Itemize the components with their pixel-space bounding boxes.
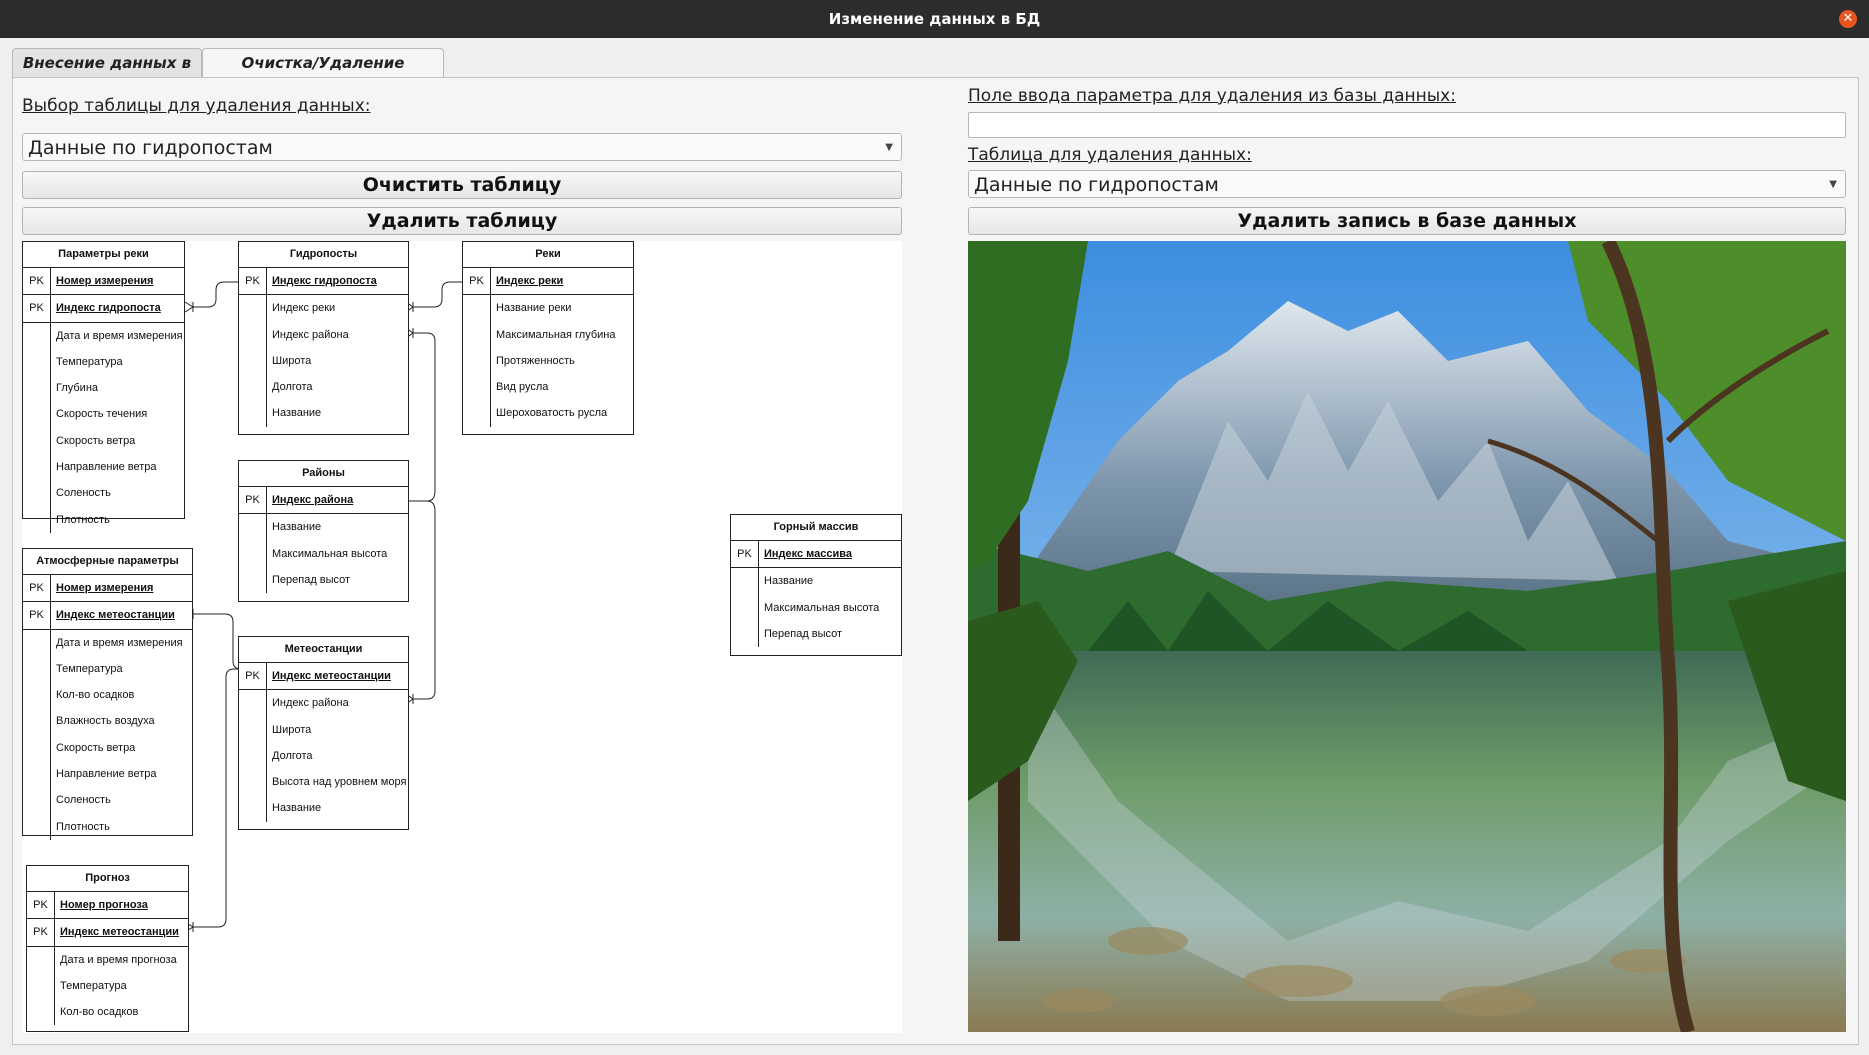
- er-diagram: Параметры реки PK Номер измерения PK Индек…: [22, 241, 902, 1033]
- app-window: Изменение данных в БД ✕ Внесение данных …: [0, 0, 1869, 1055]
- entity-rivers: Реки PK Индекс реки Название реки Максима…: [462, 241, 634, 435]
- delete-table-label: Таблица для удаления данных:: [968, 145, 1252, 165]
- delete-table-value: Данные по гидропостам: [974, 174, 1219, 196]
- close-icon[interactable]: ✕: [1839, 10, 1857, 28]
- entity-river-params: Параметры реки PK Номер измерения PK Индек…: [22, 241, 185, 534]
- clear-table-button[interactable]: Очистить таблицу: [22, 171, 902, 199]
- delete-record-button[interactable]: Удалить запись в базе данных: [968, 207, 1846, 235]
- table-select-combo[interactable]: Данные по гидропостам ▼: [22, 133, 902, 161]
- entity-districts: Районы PK Индекс района Название Максимал…: [238, 460, 409, 602]
- entity-mountains: Горный массив PK Индекс массива Название …: [730, 514, 902, 656]
- dropdown-arrow-icon: ▼: [1829, 179, 1837, 190]
- entity-pk-row: PK Индекс гидропоста: [23, 295, 184, 323]
- delete-table-button[interactable]: Удалить таблицу: [22, 207, 902, 235]
- entity-atmo-params: Атмосферные параметры PK Номер измерения …: [22, 548, 193, 841]
- dropdown-arrow-icon: ▼: [885, 142, 893, 153]
- window-title: Изменение данных в БД: [828, 10, 1041, 28]
- delete-table-combo[interactable]: Данные по гидропостам ▼: [968, 170, 1846, 198]
- entity-pk-row: PK Номер измерения: [23, 268, 184, 296]
- entity-fields: Дата и время измерения Температура Глуби…: [23, 322, 184, 534]
- select-table-label: Выбор таблицы для удаления данных:: [22, 96, 371, 116]
- entity-meteostations: Метеостанции PK Индекс метеостанции Индек…: [238, 636, 409, 830]
- tab-clear-delete[interactable]: Очистка/Удаление таблицы: [202, 48, 444, 101]
- table-select-value: Данные по гидропостам: [28, 137, 273, 159]
- title-bar: Изменение данных в БД ✕: [0, 0, 1869, 38]
- param-input-label: Поле ввода параметра для удаления из баз…: [968, 86, 1456, 106]
- entity-hydroposts: Гидропосты PK Индекс гидропоста Индекс ре…: [238, 241, 409, 435]
- entity-forecast: Прогноз PK Номер прогноза PK Индекс метеос…: [26, 865, 189, 1032]
- mountain-lake-image: [968, 241, 1846, 1032]
- entity-title: Параметры реки: [23, 242, 184, 268]
- tab-insert-data[interactable]: Внесение данных в БД: [12, 48, 202, 101]
- param-input[interactable]: [968, 112, 1846, 138]
- landscape-photo: [968, 241, 1846, 1032]
